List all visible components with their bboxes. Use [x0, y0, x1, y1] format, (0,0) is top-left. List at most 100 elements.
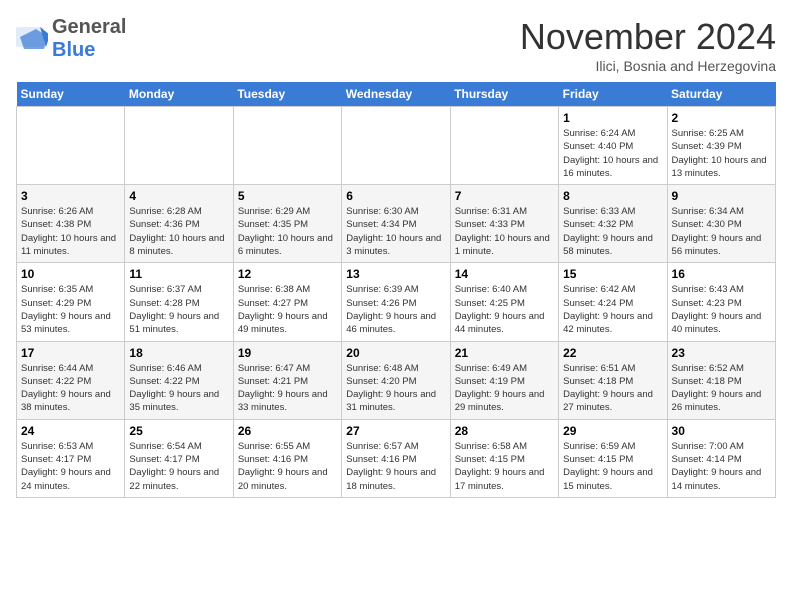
day-number: 17	[21, 346, 120, 360]
title-area: November 2024 Ilici, Bosnia and Herzegov…	[520, 16, 776, 74]
day-info: Sunrise: 6:40 AMSunset: 4:25 PMDaylight:…	[455, 283, 554, 336]
day-info: Sunrise: 6:28 AMSunset: 4:36 PMDaylight:…	[129, 205, 228, 258]
day-cell-23: 23 Sunrise: 6:52 AMSunset: 4:18 PMDayligh…	[667, 341, 775, 419]
day-cell-28: 28 Sunrise: 6:58 AMSunset: 4:15 PMDayligh…	[450, 419, 558, 497]
day-number: 30	[672, 424, 771, 438]
day-cell-26: 26Sunrise: 6:55 AMSunset: 4:16 PMDayligh…	[233, 419, 341, 497]
logo: General Blue	[16, 16, 126, 62]
day-info: Sunrise: 6:52 AMSunset: 4:18 PMDaylight:…	[672, 362, 771, 415]
empty-cell	[233, 107, 341, 185]
logo-blue-text: Blue	[52, 39, 95, 61]
day-number: 14	[455, 267, 554, 281]
day-cell-30: 30 Sunrise: 7:00 AMSunset: 4:14 PMDayligh…	[667, 419, 775, 497]
day-number: 8	[563, 189, 662, 203]
day-cell-13: 13 Sunrise: 6:39 AMSunset: 4:26 PMDayligh…	[342, 263, 450, 341]
day-cell-1: 1 Sunrise: 6:24 AMSunset: 4:40 PMDaylight…	[559, 107, 667, 185]
day-info: Sunrise: 7:00 AMSunset: 4:14 PMDaylight:…	[672, 440, 771, 493]
day-info: Sunrise: 6:42 AMSunset: 4:24 PMDaylight:…	[563, 283, 662, 336]
day-cell-17: 17Sunrise: 6:44 AMSunset: 4:22 PMDayligh…	[17, 341, 125, 419]
day-cell-29: 29 Sunrise: 6:59 AMSunset: 4:15 PMDayligh…	[559, 419, 667, 497]
day-info: Sunrise: 6:58 AMSunset: 4:15 PMDaylight:…	[455, 440, 554, 493]
day-number: 21	[455, 346, 554, 360]
day-number: 9	[672, 189, 771, 203]
day-number: 19	[238, 346, 337, 360]
day-cell-7: 7Sunrise: 6:31 AMSunset: 4:33 PMDaylight…	[450, 185, 558, 263]
day-cell-18: 18Sunrise: 6:46 AMSunset: 4:22 PMDayligh…	[125, 341, 233, 419]
day-number: 22	[563, 346, 662, 360]
empty-cell	[17, 107, 125, 185]
weekday-header-saturday: Saturday	[667, 82, 775, 107]
logo-icon	[16, 27, 48, 51]
calendar-table: SundayMondayTuesdayWednesdayThursdayFrid…	[16, 82, 776, 498]
day-info: Sunrise: 6:51 AMSunset: 4:18 PMDaylight:…	[563, 362, 662, 415]
week-row-1: 1 Sunrise: 6:24 AMSunset: 4:40 PMDaylight…	[17, 107, 776, 185]
day-number: 10	[21, 267, 120, 281]
day-cell-20: 20Sunrise: 6:48 AMSunset: 4:20 PMDayligh…	[342, 341, 450, 419]
day-cell-9: 9 Sunrise: 6:34 AMSunset: 4:30 PMDaylight…	[667, 185, 775, 263]
day-info: Sunrise: 6:30 AMSunset: 4:34 PMDaylight:…	[346, 205, 445, 258]
day-cell-16: 16Sunrise: 6:43 AMSunset: 4:23 PMDayligh…	[667, 263, 775, 341]
day-info: Sunrise: 6:25 AMSunset: 4:39 PMDaylight:…	[672, 127, 771, 180]
day-cell-8: 8 Sunrise: 6:33 AMSunset: 4:32 PMDaylight…	[559, 185, 667, 263]
day-number: 5	[238, 189, 337, 203]
day-number: 7	[455, 189, 554, 203]
day-info: Sunrise: 6:47 AMSunset: 4:21 PMDaylight:…	[238, 362, 337, 415]
week-row-5: 24Sunrise: 6:53 AMSunset: 4:17 PMDayligh…	[17, 419, 776, 497]
day-number: 15	[563, 267, 662, 281]
day-cell-10: 10 Sunrise: 6:35 AMSunset: 4:29 PMDayligh…	[17, 263, 125, 341]
weekday-header-sunday: Sunday	[17, 82, 125, 107]
day-number: 13	[346, 267, 445, 281]
day-info: Sunrise: 6:39 AMSunset: 4:26 PMDaylight:…	[346, 283, 445, 336]
day-info: Sunrise: 6:49 AMSunset: 4:19 PMDaylight:…	[455, 362, 554, 415]
day-cell-24: 24Sunrise: 6:53 AMSunset: 4:17 PMDayligh…	[17, 419, 125, 497]
day-cell-3: 3Sunrise: 6:26 AMSunset: 4:38 PMDaylight…	[17, 185, 125, 263]
day-info: Sunrise: 6:53 AMSunset: 4:17 PMDaylight:…	[21, 440, 120, 493]
day-info: Sunrise: 6:38 AMSunset: 4:27 PMDaylight:…	[238, 283, 337, 336]
day-number: 29	[563, 424, 662, 438]
day-info: Sunrise: 6:37 AMSunset: 4:28 PMDaylight:…	[129, 283, 228, 336]
day-cell-5: 5 Sunrise: 6:29 AMSunset: 4:35 PMDaylight…	[233, 185, 341, 263]
day-info: Sunrise: 6:57 AMSunset: 4:16 PMDaylight:…	[346, 440, 445, 493]
day-number: 6	[346, 189, 445, 203]
week-row-3: 10 Sunrise: 6:35 AMSunset: 4:29 PMDayligh…	[17, 263, 776, 341]
day-info: Sunrise: 6:29 AMSunset: 4:35 PMDaylight:…	[238, 205, 337, 258]
day-number: 25	[129, 424, 228, 438]
week-row-2: 3Sunrise: 6:26 AMSunset: 4:38 PMDaylight…	[17, 185, 776, 263]
day-number: 1	[563, 111, 662, 125]
day-info: Sunrise: 6:34 AMSunset: 4:30 PMDaylight:…	[672, 205, 771, 258]
logo-general-text: General	[52, 16, 126, 38]
day-info: Sunrise: 6:48 AMSunset: 4:20 PMDaylight:…	[346, 362, 445, 415]
header: General Blue November 2024 Ilici, Bosnia…	[16, 16, 776, 74]
weekday-header-monday: Monday	[125, 82, 233, 107]
empty-cell	[342, 107, 450, 185]
empty-cell	[450, 107, 558, 185]
day-cell-12: 12 Sunrise: 6:38 AMSunset: 4:27 PMDayligh…	[233, 263, 341, 341]
day-number: 11	[129, 267, 228, 281]
day-number: 2	[672, 111, 771, 125]
day-cell-4: 4 Sunrise: 6:28 AMSunset: 4:36 PMDaylight…	[125, 185, 233, 263]
weekday-header-thursday: Thursday	[450, 82, 558, 107]
day-number: 12	[238, 267, 337, 281]
day-cell-6: 6 Sunrise: 6:30 AMSunset: 4:34 PMDaylight…	[342, 185, 450, 263]
location: Ilici, Bosnia and Herzegovina	[520, 58, 776, 74]
day-info: Sunrise: 6:24 AMSunset: 4:40 PMDaylight:…	[563, 127, 662, 180]
day-number: 23	[672, 346, 771, 360]
day-cell-11: 11 Sunrise: 6:37 AMSunset: 4:28 PMDayligh…	[125, 263, 233, 341]
day-info: Sunrise: 6:33 AMSunset: 4:32 PMDaylight:…	[563, 205, 662, 258]
day-info: Sunrise: 6:46 AMSunset: 4:22 PMDaylight:…	[129, 362, 228, 415]
day-number: 28	[455, 424, 554, 438]
day-cell-19: 19 Sunrise: 6:47 AMSunset: 4:21 PMDayligh…	[233, 341, 341, 419]
day-number: 26	[238, 424, 337, 438]
day-number: 3	[21, 189, 120, 203]
day-number: 4	[129, 189, 228, 203]
day-cell-14: 14 Sunrise: 6:40 AMSunset: 4:25 PMDayligh…	[450, 263, 558, 341]
day-number: 27	[346, 424, 445, 438]
day-number: 16	[672, 267, 771, 281]
day-cell-22: 22 Sunrise: 6:51 AMSunset: 4:18 PMDayligh…	[559, 341, 667, 419]
day-info: Sunrise: 6:59 AMSunset: 4:15 PMDaylight:…	[563, 440, 662, 493]
day-cell-25: 25Sunrise: 6:54 AMSunset: 4:17 PMDayligh…	[125, 419, 233, 497]
day-info: Sunrise: 6:35 AMSunset: 4:29 PMDaylight:…	[21, 283, 120, 336]
day-cell-21: 21 Sunrise: 6:49 AMSunset: 4:19 PMDayligh…	[450, 341, 558, 419]
empty-cell	[125, 107, 233, 185]
weekday-header-row: SundayMondayTuesdayWednesdayThursdayFrid…	[17, 82, 776, 107]
